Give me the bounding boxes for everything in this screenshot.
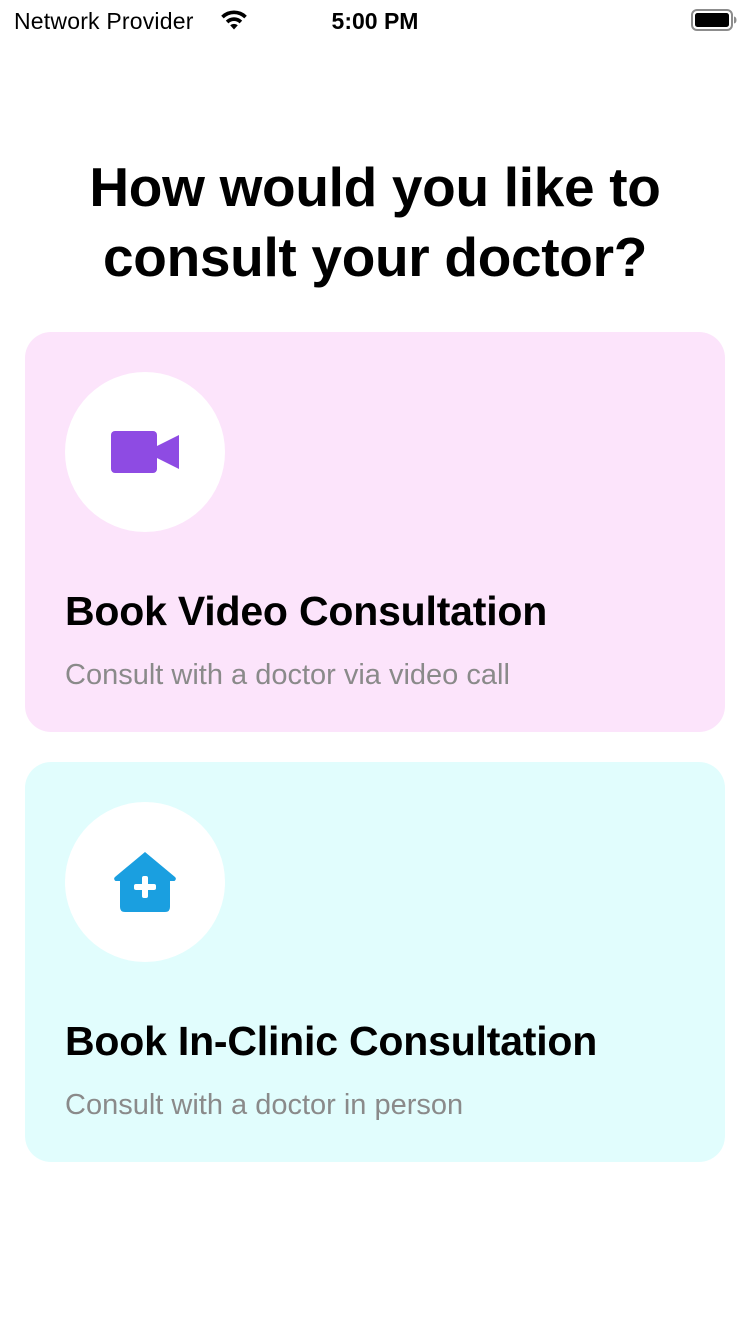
in-clinic-consultation-card[interactable]: Book In-Clinic Consultation Consult with… — [25, 762, 725, 1162]
page-title-line-2: consult your doctor? — [102, 226, 647, 288]
battery-full-icon — [691, 9, 737, 31]
video-consultation-title: Book Video Consultation — [65, 588, 548, 634]
clinic-house-plus-icon — [114, 852, 176, 912]
video-icon-circle — [65, 372, 225, 532]
in-clinic-consultation-title: Book In-Clinic Consultation — [65, 1018, 598, 1064]
in-clinic-consultation-subtitle: Consult with a doctor in person — [65, 1089, 464, 1121]
video-consultation-subtitle: Consult with a doctor via video call — [65, 659, 510, 691]
video-consultation-card[interactable]: Book Video Consultation Consult with a d… — [25, 332, 725, 732]
page-title: How would you like to consult your docto… — [40, 152, 710, 292]
status-bar: Network Provider 5:00 PM — [0, 0, 750, 40]
video-camera-icon — [111, 431, 179, 473]
status-time: 5:00 PM — [331, 8, 419, 34]
clinic-icon-circle — [65, 802, 225, 962]
page-title-line-1: How would you like to — [89, 156, 661, 218]
